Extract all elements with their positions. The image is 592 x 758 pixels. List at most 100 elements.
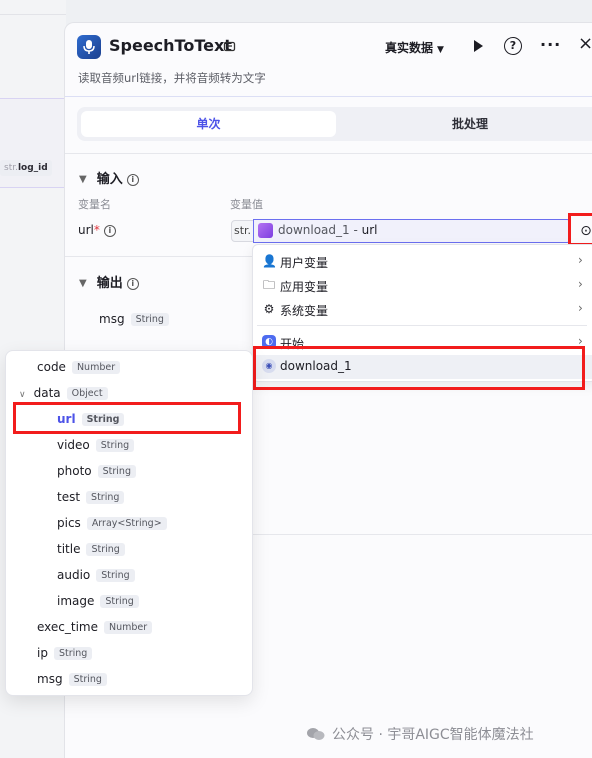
column-label-value: 变量值 (230, 198, 263, 211)
field-type: String (97, 465, 136, 478)
param-url-label: url* i (78, 223, 116, 237)
menu-item-app-variables[interactable]: 🗀 应用变量 › (253, 274, 592, 298)
field-name: audio (57, 568, 91, 582)
field-type: Number (71, 361, 121, 374)
section-divider (65, 153, 592, 154)
output-field-type: String (130, 313, 169, 326)
highlight-box-toggle (568, 213, 592, 246)
env-select[interactable]: 真实数据 ▼ (385, 39, 444, 56)
watermark: 公众号 · 宇哥AIGC智能体魔法社 (306, 724, 534, 744)
field-item-image[interactable]: image String (57, 594, 139, 608)
menu-item-label: 系统变量 (280, 304, 329, 318)
info-icon[interactable]: i (103, 225, 116, 237)
field-type: String (86, 491, 125, 504)
field-name: msg (37, 672, 63, 686)
caret-down-icon: ▼ (437, 45, 444, 55)
folder-icon: 🗀 (262, 278, 275, 292)
field-name: test (57, 490, 81, 504)
ref-field-name: url (361, 223, 378, 237)
env-select-value: 真实数据 (385, 41, 434, 55)
field-item-video[interactable]: video String (57, 438, 135, 452)
field-name: image (57, 594, 95, 608)
field-item-audio[interactable]: audio String (57, 568, 135, 582)
field-name: photo (57, 464, 92, 478)
wechat-icon (307, 728, 325, 740)
menu-divider (257, 325, 587, 326)
run-mode-tabs: 单次 批处理 (77, 107, 592, 141)
field-type: String (96, 569, 135, 582)
field-type: Object (66, 387, 108, 400)
chevron-down-icon: ∨ (19, 390, 26, 400)
close-icon[interactable]: × (578, 35, 592, 53)
ref-node-name: download_1 (278, 223, 350, 237)
speech-plugin-icon (77, 35, 101, 59)
field-item-exec-time[interactable]: exec_time Number (37, 620, 153, 634)
output-field-msg: msg String (99, 312, 169, 326)
cube-node-icon (258, 223, 273, 238)
chevron-right-icon: › (578, 253, 583, 267)
highlight-box-url (13, 402, 241, 434)
canvas-node-tag: str.log_id (0, 160, 52, 176)
field-item-pics[interactable]: pics Array<String> (57, 516, 167, 530)
help-icon[interactable]: ? (504, 37, 522, 55)
field-type: Number (104, 621, 153, 634)
field-item-msg[interactable]: msg String (37, 672, 107, 686)
menu-item-label: 应用变量 (280, 280, 329, 294)
field-item-title[interactable]: title String (57, 542, 125, 556)
info-icon[interactable]: i (126, 278, 139, 290)
field-item-photo[interactable]: photo String (57, 464, 136, 478)
tab-batch[interactable]: 批处理 (340, 111, 592, 137)
menu-item-label: 用户变量 (280, 256, 329, 270)
plugin-store-icon[interactable] (223, 40, 236, 53)
field-type: String (53, 647, 93, 660)
panel-title: SpeechToText (109, 36, 232, 55)
field-type: String (95, 439, 135, 452)
output-section-title: 输出 (96, 276, 123, 291)
param-value-reference: download_1 - url (278, 223, 378, 237)
field-type: String (86, 543, 125, 556)
param-name-text: url (78, 223, 94, 237)
field-item-data[interactable]: ∨ data Object (19, 386, 108, 400)
field-name: data (33, 386, 61, 400)
tab-single[interactable]: 单次 (81, 111, 336, 137)
field-type: Array<String> (86, 517, 167, 530)
info-icon[interactable]: i (126, 174, 139, 186)
field-name: video (57, 438, 90, 452)
output-field-name: msg (99, 312, 125, 326)
watermark-text: 公众号 · 宇哥AIGC智能体魔法社 (332, 727, 534, 743)
param-value-input[interactable]: download_1 - url (253, 219, 571, 243)
field-name: code (37, 360, 66, 374)
menu-item-user-variables[interactable]: 👤 用户变量 › (253, 250, 592, 274)
ref-separator: - (349, 223, 362, 237)
output-section-header[interactable]: ▼ 输出 i (79, 272, 139, 291)
chevron-right-icon: › (578, 277, 583, 291)
field-type: String (100, 595, 139, 608)
field-item-code[interactable]: code Number (37, 360, 121, 374)
more-icon[interactable]: ··· (540, 35, 561, 54)
highlight-box-download (253, 346, 585, 390)
chevron-down-icon: ▼ (79, 278, 87, 289)
header-divider (65, 96, 592, 97)
input-section-title: 输入 (96, 172, 123, 187)
field-item-ip[interactable]: ip String (37, 646, 93, 660)
field-item-test[interactable]: test String (57, 490, 125, 504)
panel-description: 读取音频url链接，并将音频转为文字 (78, 71, 266, 85)
field-name: pics (57, 516, 81, 530)
canvas-node-tag-label: log_id (17, 163, 48, 173)
field-name: ip (37, 646, 48, 660)
user-icon: 👤 (262, 254, 277, 268)
play-icon[interactable] (470, 38, 486, 54)
chevron-right-icon: › (578, 301, 583, 315)
gear-icon: ⚙ (263, 302, 275, 316)
field-name: exec_time (37, 620, 98, 634)
menu-item-system-variables[interactable]: ⚙ 系统变量 › (253, 298, 592, 322)
param-type-badge: str. (231, 220, 255, 242)
input-section-header[interactable]: ▼ 输入 i (79, 168, 139, 187)
canvas-divider (0, 14, 66, 15)
required-mark: * (93, 223, 100, 237)
field-type: String (68, 673, 107, 686)
chevron-down-icon: ▼ (79, 174, 87, 185)
canvas-node-tag-type: str. (4, 163, 18, 173)
column-label-name: 变量名 (78, 198, 111, 211)
field-name: title (57, 542, 81, 556)
